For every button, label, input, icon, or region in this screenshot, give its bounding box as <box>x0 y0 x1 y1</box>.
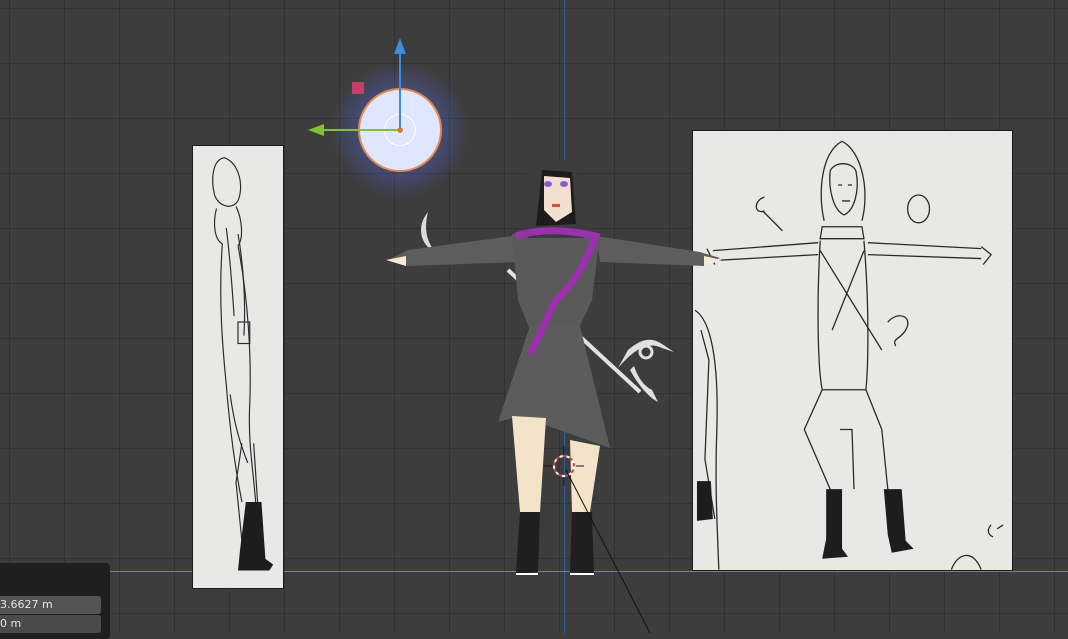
low-poly-character[interactable] <box>386 156 722 575</box>
gizmo-y-arrow[interactable] <box>308 124 398 136</box>
size-value-field[interactable]: 3.6627 m <box>0 596 101 614</box>
3d-viewport[interactable]: 3.6627 m 0 m <box>0 0 1068 639</box>
viewport-overlay <box>308 38 722 633</box>
gizmo-z-arrow[interactable] <box>394 38 406 128</box>
offset-value-field[interactable]: 0 m <box>0 615 101 633</box>
